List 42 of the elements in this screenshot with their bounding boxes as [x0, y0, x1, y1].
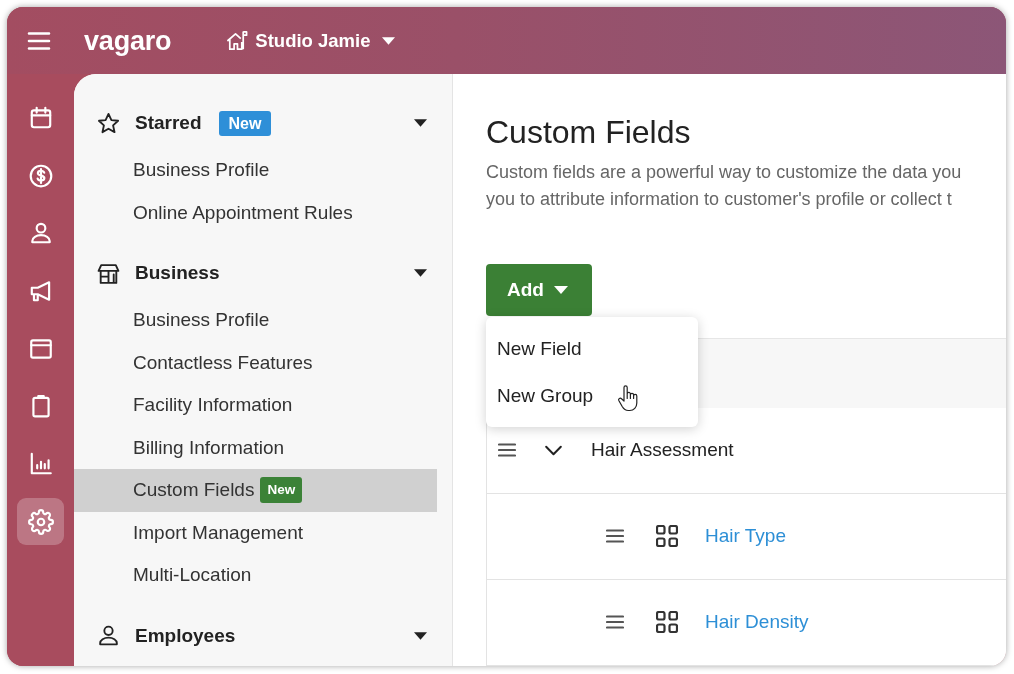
sidebar-item[interactable]: Billing Information: [74, 426, 437, 469]
section-title[interactable]: Business: [135, 262, 220, 284]
caret-icon[interactable]: [414, 119, 427, 127]
location-selector[interactable]: Studio Jamie: [225, 29, 396, 52]
nav-button[interactable]: [17, 498, 64, 546]
menu-button[interactable]: [27, 30, 51, 51]
section-title[interactable]: Employees: [135, 624, 236, 647]
star-icon: [96, 110, 121, 136]
sidebar-item[interactable]: Online Appointment Rules: [74, 191, 437, 234]
new-badge: New: [218, 110, 272, 136]
page-title: Custom Fields: [486, 113, 692, 152]
grid-icon: [656, 611, 678, 633]
sidebar-item[interactable]: Business Profile: [74, 299, 437, 342]
dollar-icon: [27, 162, 54, 189]
house-flag-icon: [225, 29, 249, 52]
sidebar-item[interactable]: Import Management: [74, 511, 437, 554]
sidebar-item[interactable]: Custom Fields New: [74, 469, 437, 512]
section-title[interactable]: Starred: [135, 112, 202, 134]
caret-icon: [382, 36, 396, 45]
brand-logo[interactable]: vagaro: [84, 24, 172, 57]
settings-icon: [27, 508, 54, 535]
menu-item[interactable]: New Group: [486, 372, 698, 419]
description-text: Custom fields are a powerful way to customize the data you you to attribute information to customer's profile or collect t: [486, 160, 963, 211]
drag-handle-icon[interactable]: [606, 529, 624, 543]
caret-icon[interactable]: [414, 269, 427, 277]
caret-icon: [553, 285, 568, 294]
menu-item[interactable]: New Field: [486, 325, 698, 372]
new-badge: New: [260, 477, 303, 504]
grid-icon: [656, 525, 678, 547]
sidebar-item[interactable]: Multi-Location: [74, 554, 437, 597]
person-icon: [96, 623, 121, 648]
drag-handle-icon[interactable]: [606, 615, 624, 629]
menu-icon: [27, 30, 51, 51]
caret-icon[interactable]: [414, 631, 427, 640]
drag-handle-icon[interactable]: [498, 443, 516, 457]
add-button[interactable]: Add: [486, 263, 592, 316]
sidebar-item[interactable]: Contactless Features: [74, 341, 437, 384]
group-name: Hair Assessment: [591, 439, 734, 461]
sidebar-item[interactable]: Facility Information: [74, 384, 437, 427]
hand-cursor-icon: [616, 383, 640, 413]
chevron-down-icon[interactable]: [544, 444, 563, 456]
sidebar-item[interactable]: Business Profile: [74, 149, 437, 192]
